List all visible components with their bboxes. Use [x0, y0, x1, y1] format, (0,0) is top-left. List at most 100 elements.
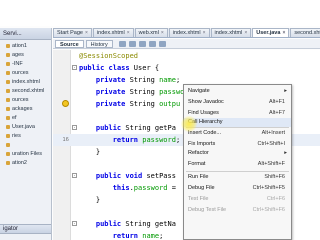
- menu-item-run-file[interactable]: Run File Shift+F6: [184, 173, 291, 182]
- editor-tab[interactable]: index.xhtml ×: [168, 28, 210, 38]
- tree-item[interactable]: ef: [0, 114, 51, 123]
- close-icon[interactable]: ×: [161, 29, 164, 38]
- menu-item-test-file[interactable]: Test File Ctrl+F6: [184, 195, 291, 204]
- line-number: 16: [62, 137, 69, 143]
- fold-toggle-icon[interactable]: -: [72, 173, 77, 178]
- menu-item-label: Format: [188, 161, 206, 167]
- code-text: public String getPa: [79, 122, 176, 134]
- editor-tab[interactable]: index.xhtml ×: [210, 28, 252, 38]
- source-tab[interactable]: Source: [55, 39, 84, 48]
- close-icon[interactable]: ×: [244, 29, 247, 38]
- close-icon[interactable]: ×: [85, 29, 88, 38]
- services-panel-header[interactable]: Servi...: [0, 28, 51, 40]
- tree-item-label: -INF: [12, 61, 23, 67]
- editor-tab[interactable]: web.xml ×: [134, 28, 168, 38]
- menu-item-show-javadoc[interactable]: Show Javadoc Alt+F1: [184, 98, 291, 107]
- editor-tab[interactable]: index.xhtml ×: [92, 28, 134, 38]
- menu-item-format[interactable]: Format Alt+Shift+F: [184, 160, 291, 169]
- menu-item-shortcut: Alt+Insert: [261, 130, 285, 136]
- menu-item-fix-imports[interactable]: Fix Imports Ctrl+Shift+I: [184, 140, 291, 149]
- menu-item-label: Find Usages: [188, 110, 219, 116]
- menu-item-shortcut: Ctrl+F6: [266, 196, 285, 202]
- tree-item[interactable]: second.xhtml: [0, 87, 51, 96]
- tree-item-label: ef: [12, 115, 17, 121]
- code-text: public String getNa: [79, 218, 176, 230]
- menu-item-shortcut: Alt+F1: [268, 99, 285, 105]
- tree-item[interactable]: User.java: [0, 123, 51, 132]
- menu-item-refactor[interactable]: Refactor ▸: [184, 149, 291, 158]
- history-tab[interactable]: History: [85, 39, 113, 48]
- close-icon[interactable]: ×: [203, 29, 206, 38]
- menu-item-debug-test-file[interactable]: Debug Test File Ctrl+Shift+F6: [184, 206, 291, 215]
- tree-item[interactable]: index.xhtml: [0, 78, 51, 87]
- code-line[interactable]: @SessionScoped: [53, 50, 320, 62]
- code-line[interactable]: - public class User {: [53, 62, 320, 74]
- editor-tab[interactable]: second.xhtml×: [290, 28, 320, 37]
- close-icon[interactable]: ×: [282, 29, 285, 38]
- code-token: @SessionScoped: [79, 52, 139, 60]
- code-token: return: [112, 232, 139, 240]
- editor-tab[interactable]: User.java ×: [252, 28, 290, 38]
- menu-item-debug-file[interactable]: Debug File Ctrl+Shift+F5: [184, 184, 291, 193]
- menu-item-label: Run File: [188, 174, 209, 180]
- code-token: public: [95, 220, 122, 228]
- tree-item[interactable]: ources: [0, 96, 51, 105]
- tab-label: web.xml: [138, 29, 159, 36]
- editor-toolbar: Source History: [53, 39, 320, 49]
- shift-left-icon[interactable]: [158, 40, 166, 47]
- hint-bulb-icon[interactable]: [62, 100, 69, 107]
- search-icon[interactable]: [138, 40, 146, 47]
- folder-icon: [6, 106, 10, 111]
- tree-item[interactable]: ources: [0, 69, 51, 78]
- menu-item-call-hierarchy[interactable]: Call Hierarchy: [184, 118, 291, 127]
- toolbar-icons: [118, 40, 169, 47]
- menu-item-navigate[interactable]: Navigate ▸: [184, 87, 291, 96]
- menu-item-shortcut: Ctrl+Shift+F6: [252, 207, 285, 213]
- editor-tab[interactable]: Start Page ×: [53, 28, 92, 37]
- code-text: @SessionScoped: [79, 50, 138, 62]
- tree-item[interactable]: ation2: [0, 159, 51, 168]
- submenu-arrow-icon: ▸: [284, 150, 287, 156]
- tree-item[interactable]: [0, 141, 51, 150]
- tree-item[interactable]: ages: [0, 51, 51, 60]
- tree-item[interactable]: ation1: [0, 42, 51, 51]
- code-text: public void setPass: [79, 170, 176, 182]
- code-text: public class User {: [79, 62, 159, 74]
- code-token: ;: [159, 232, 164, 240]
- folder-icon: [6, 124, 10, 129]
- tree-item[interactable]: uration Files: [0, 150, 51, 159]
- editor-tab-bar: Start Page × index.xhtml × web.xml × index.xht…: [53, 28, 320, 38]
- tree-item[interactable]: ries: [0, 132, 51, 141]
- tab-label: index.xhtml: [214, 29, 243, 36]
- folder-icon: [6, 142, 10, 147]
- menu-item-find-usages[interactable]: Find Usages Alt+F7: [184, 109, 291, 118]
- menu-item-insert-code[interactable]: Insert Code... Alt+Insert: [184, 129, 291, 138]
- toggle-bookmark-icon[interactable]: [148, 40, 156, 47]
- code-token: public: [79, 64, 105, 72]
- navigator-panel-header[interactable]: igator: [0, 224, 51, 234]
- close-icon[interactable]: ×: [127, 29, 130, 38]
- back-icon[interactable]: [118, 40, 126, 47]
- tree-item-label: User.java: [12, 124, 35, 130]
- folder-icon: [6, 115, 10, 120]
- forward-icon[interactable]: [128, 40, 136, 47]
- tree-item-label: ation1: [12, 43, 27, 49]
- tab-label: User.java: [256, 29, 281, 36]
- code-token: password: [142, 136, 176, 144]
- tree-item[interactable]: ackages: [0, 105, 51, 114]
- code-token: private: [95, 88, 126, 96]
- code-token: ;: [175, 76, 181, 84]
- code-token: password: [133, 184, 168, 192]
- tree-item[interactable]: -INF: [0, 60, 51, 69]
- fold-toggle-icon[interactable]: -: [72, 221, 77, 226]
- folder-icon: [6, 97, 10, 102]
- fold-toggle-icon[interactable]: -: [72, 65, 77, 70]
- code-token: String: [125, 100, 160, 108]
- submenu-arrow-icon: ▸: [284, 88, 287, 94]
- folder-icon: [6, 43, 10, 48]
- menu-item-label: Show Javadoc: [188, 99, 224, 105]
- code-text: }: [79, 194, 100, 206]
- fold-toggle-icon[interactable]: -: [72, 125, 77, 130]
